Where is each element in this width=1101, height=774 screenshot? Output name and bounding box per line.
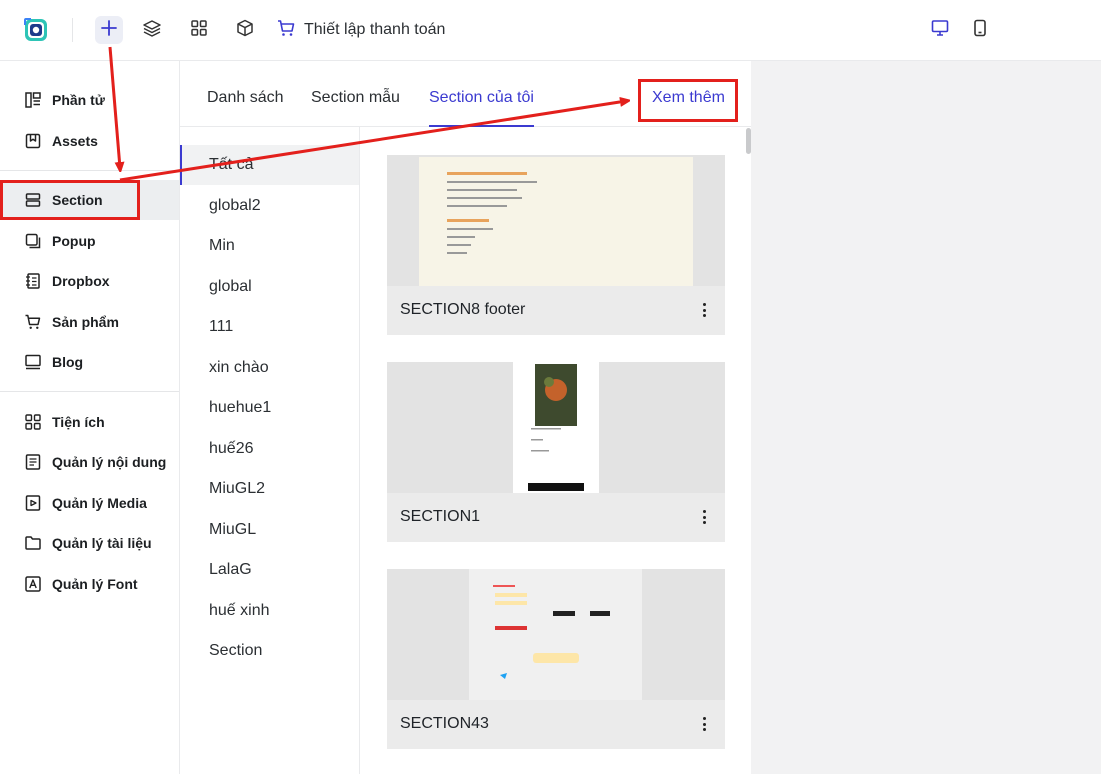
- desktop-icon: [930, 18, 950, 43]
- section-card-title: SECTION43: [400, 715, 489, 732]
- section-thumbnail: [387, 155, 725, 286]
- category-item[interactable]: Tất cả: [180, 145, 359, 185]
- sidebar-item-label: Assets: [52, 133, 98, 149]
- tab-my-sections[interactable]: Section của tôi: [429, 89, 534, 127]
- highlight-box-section: [0, 180, 140, 220]
- top-toolbar: Thiết lập thanh toán: [0, 0, 1101, 61]
- sidebar-item-dropbox[interactable]: Dropbox: [0, 261, 179, 301]
- sidebar-item-font-management[interactable]: Quản lý Font: [0, 564, 179, 604]
- category-item[interactable]: global: [180, 267, 359, 307]
- media-icon: [24, 494, 42, 512]
- category-item[interactable]: Section: [180, 631, 359, 671]
- more-options-icon[interactable]: [699, 714, 709, 734]
- box-button[interactable]: [231, 16, 259, 44]
- category-item[interactable]: huế26: [180, 429, 359, 469]
- category-item[interactable]: xin chào: [180, 348, 359, 388]
- sidebar-item-popup[interactable]: Popup: [0, 221, 179, 261]
- more-options-icon[interactable]: [699, 300, 709, 320]
- category-item[interactable]: 111: [180, 307, 359, 347]
- add-button[interactable]: [95, 16, 123, 44]
- section-card-title: SECTION8 footer: [400, 301, 526, 318]
- section-card-list: SECTION8 footer SECTION1 SECTION43: [360, 127, 751, 774]
- plus-icon: [99, 18, 119, 43]
- editor-canvas: [751, 61, 1101, 774]
- sidebar-item-label: Quản lý nội dung: [52, 454, 167, 470]
- sidebar-item-assets[interactable]: Assets: [0, 121, 179, 161]
- more-options-icon[interactable]: [699, 507, 709, 527]
- box-icon: [235, 18, 255, 43]
- section-thumbnail: [387, 362, 725, 493]
- cart-icon: [24, 313, 42, 331]
- category-item[interactable]: MiuGL: [180, 510, 359, 550]
- cart-icon: [276, 18, 296, 43]
- logo-icon[interactable]: [22, 16, 50, 44]
- sidebar-item-label: Blog: [52, 354, 84, 370]
- category-list: Tất cả global2 Min global 111 xin chào h…: [180, 127, 360, 774]
- grid-button[interactable]: [185, 16, 213, 44]
- section-card[interactable]: SECTION8 footer: [387, 155, 725, 335]
- category-item[interactable]: huế xinh: [180, 591, 359, 631]
- dropbox-icon: [24, 272, 42, 290]
- sidebar-divider: [0, 391, 179, 392]
- payment-settings-label: Thiết lập thanh toán: [304, 21, 446, 38]
- highlight-box-see-more: [638, 79, 738, 122]
- tab-section-templates[interactable]: Section mẫu: [311, 89, 400, 127]
- sidebar-item-label: Dropbox: [52, 273, 110, 289]
- desktop-view-button[interactable]: [926, 16, 954, 44]
- folder-icon: [24, 534, 42, 552]
- category-item[interactable]: global2: [180, 186, 359, 226]
- sidebar-item-blog[interactable]: Blog: [0, 342, 179, 382]
- sidebar-item-document-management[interactable]: Quản lý tài liệu: [0, 523, 179, 563]
- toolbar-divider: [72, 18, 73, 42]
- bookmark-icon: [24, 132, 42, 150]
- sidebar-item-elements[interactable]: Phần tử: [0, 80, 179, 120]
- sidebar-item-media-management[interactable]: Quản lý Media: [0, 483, 179, 523]
- section-card-title: SECTION1: [400, 508, 481, 525]
- popup-icon: [24, 232, 42, 250]
- content-icon: [24, 453, 42, 471]
- sidebar-item-label: Quản lý tài liệu: [52, 535, 152, 551]
- sidebar-item-content-management[interactable]: Quản lý nội dung: [0, 442, 179, 482]
- sidebar-item-label: Phần tử: [52, 92, 105, 108]
- sidebar-item-products[interactable]: Sản phẩm: [0, 302, 179, 342]
- sidebar-item-label: Quản lý Media: [52, 495, 147, 511]
- payment-settings-button[interactable]: Thiết lập thanh toán: [276, 17, 445, 43]
- apps-icon: [24, 413, 42, 431]
- mobile-icon: [970, 18, 990, 43]
- section-card[interactable]: SECTION1: [387, 362, 725, 542]
- sidebar-item-label: Popup: [52, 233, 96, 249]
- tab-list[interactable]: Danh sách: [207, 89, 284, 127]
- category-item[interactable]: LalaG: [180, 550, 359, 590]
- blog-icon: [24, 353, 42, 371]
- section-card[interactable]: SECTION43: [387, 569, 725, 749]
- sidebar-divider: [0, 170, 179, 171]
- font-icon: [24, 575, 42, 593]
- grid-icon: [189, 18, 209, 43]
- sidebar-item-label: Tiện ích: [52, 414, 105, 430]
- category-item[interactable]: MiuGL2: [180, 469, 359, 509]
- sidebar-item-label: Sản phẩm: [52, 314, 119, 330]
- layers-button[interactable]: [138, 16, 166, 44]
- layers-icon: [142, 18, 162, 43]
- mobile-view-button[interactable]: [966, 16, 994, 44]
- sidebar-item-utilities[interactable]: Tiện ích: [0, 402, 179, 442]
- section-thumbnail: [387, 569, 725, 700]
- sidebar-item-label: Quản lý Font: [52, 576, 138, 592]
- elements-icon: [24, 91, 42, 109]
- left-sidebar: Phần tử Assets Section Popup Dropbox Sản…: [0, 61, 180, 774]
- category-item[interactable]: huehue1: [180, 388, 359, 428]
- category-item[interactable]: Min: [180, 226, 359, 266]
